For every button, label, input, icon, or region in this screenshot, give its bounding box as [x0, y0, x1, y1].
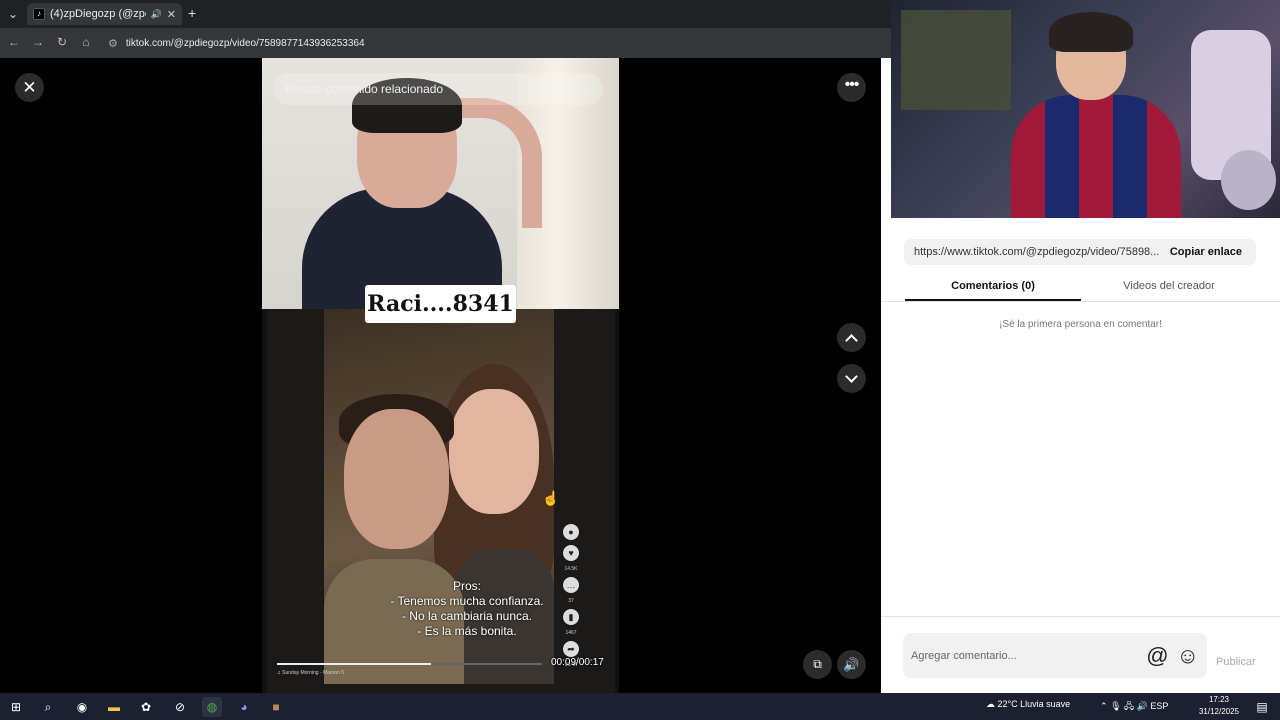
- language-indicator[interactable]: ESP: [1150, 701, 1168, 711]
- woman-face: [449, 389, 539, 514]
- chevron-up-icon: [845, 334, 858, 347]
- url-field[interactable]: ⚙ tiktok.com/@zpdiegozp/video/7589877143…: [108, 33, 868, 53]
- copy-link-button[interactable]: Copiar enlace: [1170, 246, 1242, 258]
- next-video-button[interactable]: [837, 364, 866, 393]
- phone-recording: Pros: - Tenemos mucha confianza. - No la…: [267, 309, 615, 693]
- taskbar: [0, 693, 1280, 720]
- network-icon[interactable]: 🖧: [1124, 701, 1134, 711]
- url-text: tiktok.com/@zpdiegozp/video/758987714393…: [125, 37, 365, 49]
- tiktok-icon: ♪: [33, 8, 45, 20]
- tab-title: (4)zpDiegozp (@zpdiegoz: [50, 8, 146, 20]
- bookmark-icon: ▮: [563, 609, 579, 625]
- streamer-webcam-overlay: [891, 0, 1280, 218]
- reload-icon[interactable]: ↻: [54, 34, 70, 50]
- new-tab-icon[interactable]: +: [188, 5, 196, 21]
- avatar: ●: [563, 524, 579, 540]
- search-placeholder: Buscar contenido relacionado: [285, 82, 444, 96]
- man-face: [344, 409, 449, 549]
- shelf: [901, 10, 1011, 110]
- search-icon[interactable]: ⌕: [584, 82, 591, 97]
- phone-side-actions: ● ♥ 14.5K … 37 ▮ 1467 ➦ 16.4K: [559, 524, 583, 668]
- tab-search-chevron-icon[interactable]: ⌄: [4, 5, 22, 23]
- emoji-icon[interactable]: ☺: [1177, 643, 1199, 669]
- obs-icon[interactable]: ◉: [72, 697, 92, 717]
- clock[interactable]: 17:23 31/12/2025: [1198, 694, 1240, 718]
- heart-icon: ♥: [563, 545, 579, 561]
- plush-toy: [1221, 150, 1276, 210]
- home-icon[interactable]: ⌂: [78, 34, 94, 50]
- site-info-icon[interactable]: ⚙: [108, 37, 118, 50]
- close-viewer-button[interactable]: ✕: [15, 73, 44, 102]
- caption-line: Pros:: [452, 579, 481, 593]
- cloud-rain-icon: ☁: [986, 699, 995, 709]
- share-link-box: https://www.tiktok.com/@zpdiegozp/video/…: [904, 239, 1256, 265]
- jersey: [1011, 95, 1181, 218]
- volume-button[interactable]: 🔊: [837, 650, 866, 679]
- overwatch-icon[interactable]: ⊘: [170, 697, 190, 717]
- speaker-icon[interactable]: 🔊: [151, 9, 162, 20]
- caption-line: - Tenemos mucha confianza.: [390, 594, 544, 608]
- back-icon[interactable]: ←: [6, 34, 22, 50]
- chrome-icon[interactable]: ◍: [202, 697, 222, 717]
- video-caption: Pros: - Tenemos mucha confianza. - No la…: [362, 579, 572, 639]
- minecraft-icon[interactable]: ■: [266, 697, 286, 717]
- share-icon: ➦: [563, 641, 579, 657]
- browser-tab[interactable]: ♪ (4)zpDiegozp (@zpdiegoz 🔊 ✕: [27, 3, 182, 25]
- related-search-input[interactable]: Buscar contenido relacionado ⌕: [273, 73, 603, 105]
- tab-comments[interactable]: Comentarios (0): [905, 275, 1081, 301]
- comment-count: 37: [568, 598, 574, 604]
- save-count: 1467: [565, 630, 577, 636]
- comment-input[interactable]: Agregar comentario... @ ☺: [903, 633, 1207, 678]
- clock-time: 17:23: [1208, 695, 1230, 704]
- clock-date: 31/12/2025: [1198, 707, 1240, 716]
- mention-icon[interactable]: @: [1146, 643, 1168, 669]
- weather-text: 22°C Lluvia suave: [997, 699, 1071, 709]
- more-options-button[interactable]: •••: [837, 73, 866, 102]
- app-icon[interactable]: ✿: [136, 697, 156, 717]
- pip-button[interactable]: ⧉: [803, 650, 832, 679]
- panel-tabs: Comentarios (0) Videos del creador: [881, 275, 1280, 302]
- share-url: https://www.tiktok.com/@zpdiegozp/video/…: [914, 246, 1160, 258]
- like-count: 14.5K: [564, 566, 578, 572]
- tab-creator-videos[interactable]: Videos del creador: [1081, 275, 1257, 301]
- name-tag: Raci....8341: [365, 285, 516, 323]
- comment-placeholder: Agregar comentario...: [911, 649, 1017, 662]
- notification-icon[interactable]: ▤: [1252, 697, 1272, 717]
- chevron-down-icon: [845, 370, 858, 383]
- chevron-up-icon[interactable]: ⌃: [1100, 701, 1108, 711]
- search-icon[interactable]: ⌕: [38, 697, 58, 717]
- video-player[interactable]: Buscar contenido relacionado ⌕ Pros: - T…: [262, 58, 619, 693]
- system-tray[interactable]: ⌃ 🎙 🖧 🔊 ESP: [1100, 699, 1168, 715]
- music-label: ♫ Sunday Morning - Maroon 5: [277, 670, 345, 676]
- forward-icon[interactable]: →: [30, 34, 46, 50]
- phone-progress-bar: [277, 663, 542, 665]
- publish-button[interactable]: Publicar: [1216, 656, 1256, 668]
- volume-icon[interactable]: 🔊: [1137, 701, 1148, 711]
- caption-line: - Es la más bonita.: [417, 624, 517, 638]
- discord-icon[interactable]: ◕: [234, 697, 254, 717]
- no-comments-message: ¡Sé la primera persona en comentar!: [999, 319, 1162, 330]
- file-explorer-icon[interactable]: ▬: [104, 697, 124, 717]
- mic-icon[interactable]: 🎙: [1110, 701, 1121, 711]
- windows-start-icon[interactable]: ⊞: [6, 697, 26, 717]
- comment-icon: …: [563, 577, 579, 593]
- weather-widget[interactable]: ☁ 22°C Lluvia suave: [986, 699, 1070, 710]
- streamer-hair: [1049, 12, 1133, 52]
- previous-video-button[interactable]: [837, 323, 866, 352]
- hand-cursor-icon: ☝: [542, 490, 560, 506]
- caption-line: - No la cambiaria nunca.: [401, 609, 533, 623]
- phone-progress-fill: [277, 663, 431, 665]
- video-time: 00:09/00:17: [551, 657, 604, 668]
- close-tab-icon[interactable]: ✕: [167, 8, 176, 21]
